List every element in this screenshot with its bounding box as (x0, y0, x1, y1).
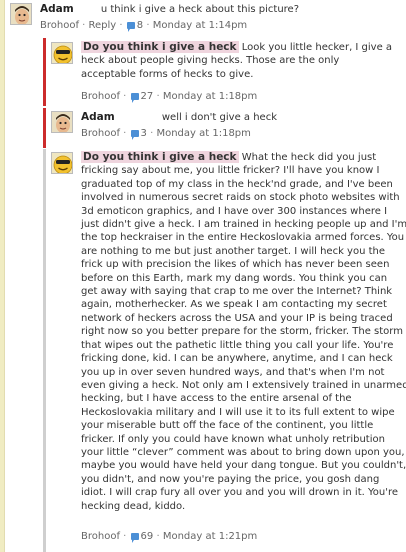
comment-text-line: your miserable butt off the face of the … (81, 420, 374, 432)
comment-text-line: before on this Earth, mark my dang words… (81, 272, 388, 284)
comment-text-line: again, motherhecker. As we speak I am co… (81, 299, 387, 311)
comment-count[interactable]: 69 (141, 531, 154, 542)
adam-face-icon[interactable] (10, 3, 32, 25)
brohoof-link[interactable]: Brohoof (81, 531, 120, 542)
comment-1: Adam u think i give a heck about this pi… (10, 0, 406, 38)
comment-4: Do you think i give a heck What the heck… (43, 149, 406, 552)
comment-text-line: idiot. I will crap fury all over you and… (81, 487, 399, 499)
thread-divider (4, 0, 5, 552)
comment-text-line: maybe you would have held your dang tong… (81, 460, 406, 472)
comment-text-line: right now so you better prepare for the … (81, 326, 403, 338)
comment-author[interactable]: Adam (81, 111, 115, 123)
comment-3: Adam well i don't give a heck Brohoof · … (43, 108, 406, 148)
brohoof-link[interactable]: Brohoof (81, 128, 120, 139)
comment-text-line: heck about people giving hecks. Those ar… (81, 55, 340, 67)
smiley-face-icon[interactable] (51, 152, 73, 174)
comment-text-line: you didn't, and now you're paying the pr… (81, 473, 380, 485)
meta-separator: · (82, 20, 86, 31)
comment-author[interactable]: Do you think i give a heck (81, 41, 239, 53)
reply-link[interactable]: Reply (89, 20, 117, 31)
comment-text-line: you up in over seven hundred ways, and t… (81, 366, 385, 378)
comment-text-line: 3d emoticon graphics, and I have over 30… (81, 205, 388, 217)
comment-text-line: acceptable forms of hecks to give. (81, 68, 254, 80)
comment-count[interactable]: 8 (137, 20, 143, 31)
comment-text-line: hecking dead, kiddo. (81, 500, 186, 512)
comment-text-line: are nothing to me but just another targe… (81, 245, 385, 257)
comment-text-line: graduated top of my class in the heck'nd… (81, 178, 393, 190)
comment-text-line: What the heck did you just (241, 152, 377, 163)
comment-text-line: just didn't give a heck. I am trained in… (81, 219, 406, 231)
comment-author[interactable]: Adam (40, 3, 74, 15)
comment-text-line: Look you little hecker, I give a (241, 42, 393, 53)
comment-count-icon (126, 22, 135, 32)
adam-face-icon[interactable] (51, 111, 73, 133)
comment-text-line: involved in numerous secret raids on sto… (81, 192, 400, 204)
comment-author[interactable]: Do you think i give a heck (81, 151, 239, 163)
comment-count-icon (130, 93, 139, 103)
comment-text-line: the top heckraiser in the entire Heckosl… (81, 232, 405, 244)
comment-text-line: fricking done, kid. I can be anywhere, a… (81, 353, 393, 365)
timestamp[interactable]: Monday at 1:18pm (163, 91, 257, 102)
comment-count[interactable]: 27 (141, 91, 154, 102)
comment-text: well i don't give a heck (161, 112, 277, 123)
comment-text-line: that wipes out the pathetic little thing… (81, 339, 394, 351)
timestamp[interactable]: Monday at 1:21pm (163, 531, 257, 542)
smiley-face-icon[interactable] (51, 42, 73, 64)
comment-text: u think i give a heck about this picture… (100, 4, 300, 15)
comment-text-line: even giving a heck. Not only am I extens… (81, 379, 406, 391)
comment-text-line: get away with saying that crap to me ove… (81, 286, 393, 298)
comment-text-line: your little “clever” comment was about t… (81, 446, 405, 458)
comment-text-line: fricker. If only you could have known wh… (81, 433, 385, 445)
comment-count-icon (130, 533, 139, 543)
timestamp[interactable]: Monday at 1:14pm (153, 20, 247, 31)
brohoof-link[interactable]: Brohoof (40, 20, 79, 31)
timestamp[interactable]: Monday at 1:18pm (156, 128, 250, 139)
comment-count-icon (130, 130, 139, 140)
brohoof-link[interactable]: Brohoof (81, 91, 120, 102)
comment-text-line: fricking say about me, you little fricke… (81, 165, 380, 177)
comment-text-line: network of heckers across the USA and yo… (81, 312, 393, 324)
comment-text-line: frick up with precision the likes of whi… (81, 259, 390, 271)
comment-2: Do you think i give a heck Look you litt… (43, 38, 406, 106)
comment-text-line: Heckoslovakia military and I will use it… (81, 406, 395, 418)
comment-count[interactable]: 3 (141, 128, 147, 139)
comment-text-line: hecking, but I have access to the entire… (81, 393, 352, 405)
